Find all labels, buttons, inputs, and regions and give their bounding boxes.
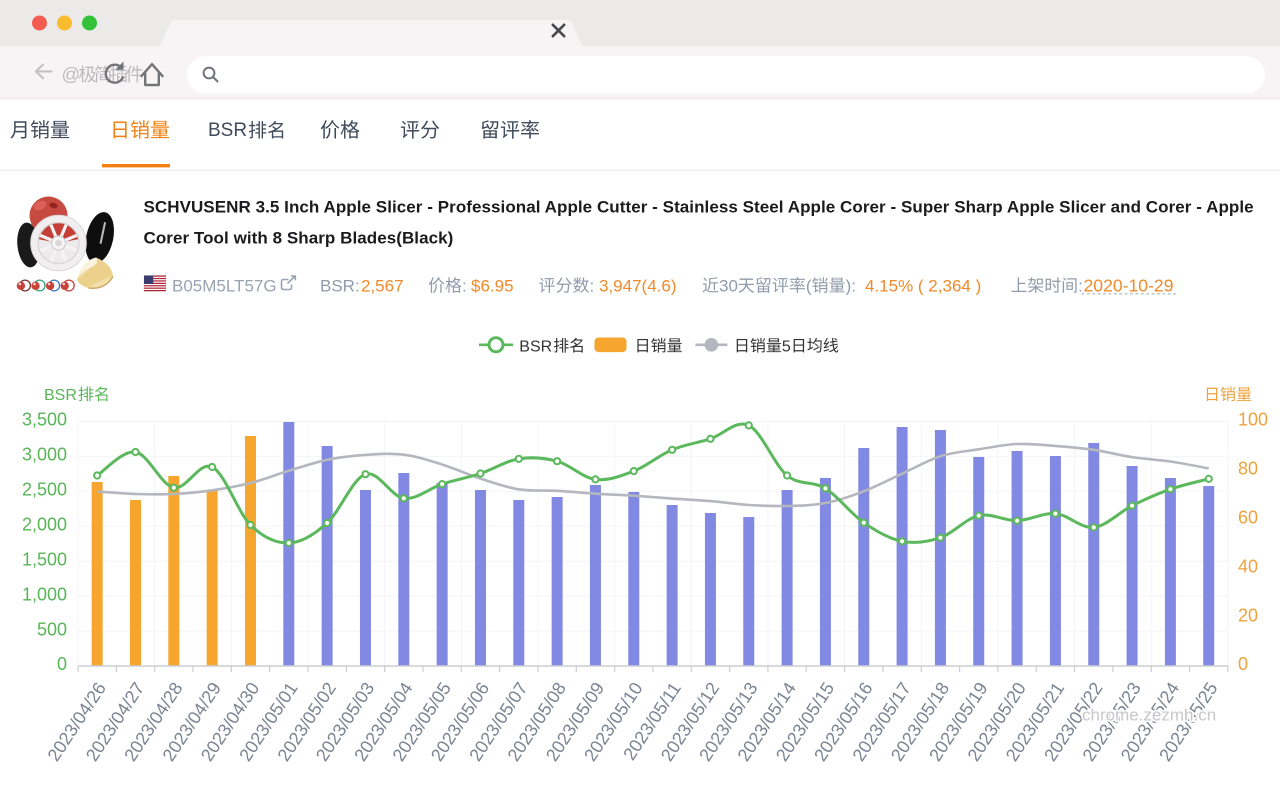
svg-text:B05M5LT57G: B05M5LT57G <box>172 277 277 296</box>
svg-text:100: 100 <box>1238 410 1268 430</box>
svg-text:@: @ <box>62 64 81 85</box>
svg-text:):: ): <box>846 277 856 296</box>
svg-text:40: 40 <box>1238 556 1258 576</box>
svg-text:4.15% ( 2,364 ): 4.15% ( 2,364 ) <box>865 277 981 296</box>
svg-text:2,567: 2,567 <box>361 277 404 296</box>
svg-text:2020-10-29: 2020-10-29 <box>1084 276 1174 296</box>
svg-text::: : <box>462 277 467 296</box>
svg-text:2,000: 2,000 <box>22 515 67 535</box>
svg-text:$6.95: $6.95 <box>471 277 514 296</box>
svg-text:(: ( <box>806 277 812 296</box>
svg-text:30: 30 <box>719 277 738 296</box>
svg-text:500: 500 <box>37 619 67 639</box>
svg-text:3,500: 3,500 <box>22 410 67 430</box>
svg-text:2,500: 2,500 <box>22 480 67 500</box>
svg-text::: : <box>1078 277 1083 296</box>
svg-text:1,500: 1,500 <box>22 549 67 569</box>
svg-text:SCHVUSENR 3.5 Inch Apple Slice: SCHVUSENR 3.5 Inch Apple Slicer - Profes… <box>144 198 1254 217</box>
svg-text:80: 80 <box>1238 459 1258 479</box>
svg-text:5: 5 <box>782 338 791 355</box>
svg-text:20: 20 <box>1238 605 1258 625</box>
svg-text::: : <box>590 277 595 296</box>
svg-text:3,000: 3,000 <box>22 445 67 465</box>
svg-text:BSR: BSR <box>208 120 247 141</box>
svg-text:BSR: BSR <box>44 387 77 404</box>
svg-text:BSR: BSR <box>519 338 552 355</box>
svg-text:3,947(4.6): 3,947(4.6) <box>599 277 677 296</box>
svg-text:60: 60 <box>1238 508 1258 528</box>
svg-text:0: 0 <box>57 654 67 674</box>
svg-text:Corer Tool with 8 Sharp Blades: Corer Tool with 8 Sharp Blades(Black) <box>144 229 454 248</box>
svg-text:0: 0 <box>1238 654 1248 674</box>
svg-text:chrome.zezmh.cn: chrome.zezmh.cn <box>1082 706 1216 725</box>
svg-text:BSR:: BSR: <box>320 277 360 296</box>
svg-text:1,000: 1,000 <box>22 584 67 604</box>
